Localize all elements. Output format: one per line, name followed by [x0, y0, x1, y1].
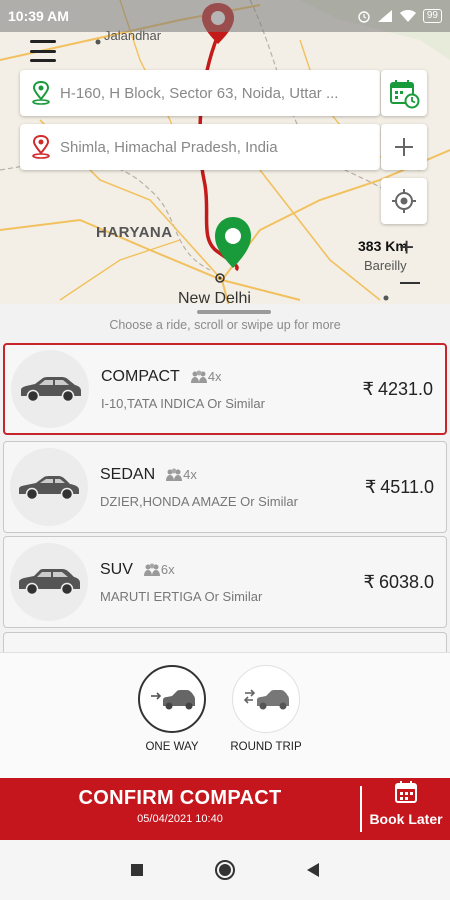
ride-price-value: 4231.0 — [377, 378, 433, 399]
one-way-option[interactable]: ONE WAY — [127, 665, 217, 753]
status-time: 10:39 AM — [8, 8, 69, 24]
home-icon[interactable] — [214, 859, 236, 881]
car-suv-icon — [10, 543, 88, 621]
pickup-location-field[interactable]: H-160, H Block, Sector 63, Noida, Uttar … — [20, 70, 380, 116]
pickup-pin-icon — [28, 80, 54, 106]
seat-capacity: 4x — [190, 369, 222, 384]
ride-description: I-10,TATA INDICA Or Similar — [101, 395, 265, 411]
ride-price-value: 6038.0 — [378, 571, 434, 592]
seat-count: 6x — [160, 562, 175, 577]
ride-price: ₹ 6038.0 — [363, 572, 434, 593]
status-bar: 10:39 AM 99 — [0, 0, 450, 32]
system-navigation-bar — [0, 840, 450, 900]
seat-count: 4x — [207, 369, 222, 384]
seat-count: 4x — [183, 467, 197, 482]
wifi-icon — [399, 10, 416, 22]
confirm-booking-button[interactable]: CONFIRM COMPACT 05/04/2021 10:40 — [0, 778, 360, 840]
crosshair-icon — [392, 189, 416, 213]
passengers-icon — [166, 468, 183, 481]
one-way-label: ONE WAY — [145, 741, 199, 753]
ride-name: SUV — [100, 560, 133, 578]
ride-name: SEDAN — [100, 465, 156, 483]
ride-hint-text: Choose a ride, scroll or swipe up for mo… — [109, 318, 341, 332]
dropoff-location-field[interactable]: Shimla, Himachal Pradesh, India — [20, 124, 380, 170]
battery-icon: 99 — [422, 9, 442, 23]
round-trip-label: ROUND TRIP — [230, 741, 302, 753]
passengers-icon — [190, 370, 207, 383]
alarm-icon — [358, 11, 370, 23]
ride-name: COMPACT — [101, 367, 180, 385]
dropoff-pin-icon — [28, 134, 54, 160]
one-way-icon — [138, 665, 206, 733]
rupee-icon: ₹ — [362, 378, 374, 399]
car-sedan-icon — [10, 448, 88, 526]
ride-price-value: 4511.0 — [380, 476, 434, 497]
book-later-button[interactable]: Book Later — [362, 778, 450, 840]
confirm-title: CONFIRM COMPACT — [78, 787, 282, 809]
add-stop-button[interactable] — [381, 124, 427, 170]
rupee-icon: ₹ — [364, 476, 377, 497]
ride-option-sedan[interactable]: SEDAN 4x DZIER,HONDA AMAZE Or Similar ₹ … — [3, 441, 447, 533]
book-later-label: Book Later — [369, 811, 443, 827]
drag-handle[interactable] — [197, 310, 271, 314]
recents-icon[interactable] — [130, 863, 144, 877]
plus-icon — [395, 138, 413, 156]
my-location-button[interactable] — [381, 178, 427, 224]
ride-description: DZIER,HONDA AMAZE Or Similar — [100, 493, 298, 509]
rupee-icon: ₹ — [363, 571, 375, 592]
calendar-clock-icon — [390, 80, 420, 109]
seat-capacity: 6x — [143, 562, 175, 577]
calendar-icon — [395, 781, 417, 803]
round-trip-option[interactable]: ROUND TRIP — [221, 665, 311, 753]
ride-option-suv[interactable]: SUV 6x MARUTI ERTIGA Or Similar ₹ 6038.0 — [3, 536, 447, 628]
schedule-calendar-button[interactable] — [381, 70, 427, 116]
menu-icon[interactable] — [30, 40, 56, 62]
ride-option-compact[interactable]: COMPACT 4x I-10,TATA INDICA Or Similar ₹… — [3, 343, 447, 435]
map-label-haryana: HARYANA — [96, 224, 173, 241]
zoom-in-icon[interactable]: + — [399, 232, 414, 263]
pickup-location-text: H-160, H Block, Sector 63, Noida, Uttar … — [60, 84, 339, 102]
back-icon[interactable] — [306, 862, 320, 878]
round-trip-icon — [232, 665, 300, 733]
passengers-icon — [143, 563, 160, 576]
car-compact-icon — [11, 350, 89, 428]
confirm-bar: CONFIRM COMPACT 05/04/2021 10:40 Book La… — [0, 778, 450, 840]
zoom-out-icon[interactable] — [400, 282, 420, 284]
ride-description: MARUTI ERTIGA Or Similar — [100, 588, 263, 604]
trip-type-selector: ONE WAY ROUND TRIP — [0, 652, 450, 778]
signal-icon — [377, 10, 392, 22]
confirm-datetime: 05/04/2021 10:40 — [137, 813, 223, 825]
dropoff-location-text: Shimla, Himachal Pradesh, India — [60, 138, 278, 156]
ride-price: ₹ 4231.0 — [362, 379, 433, 400]
ride-price: ₹ 4511.0 — [365, 477, 434, 498]
seat-capacity: 4x — [165, 467, 197, 482]
